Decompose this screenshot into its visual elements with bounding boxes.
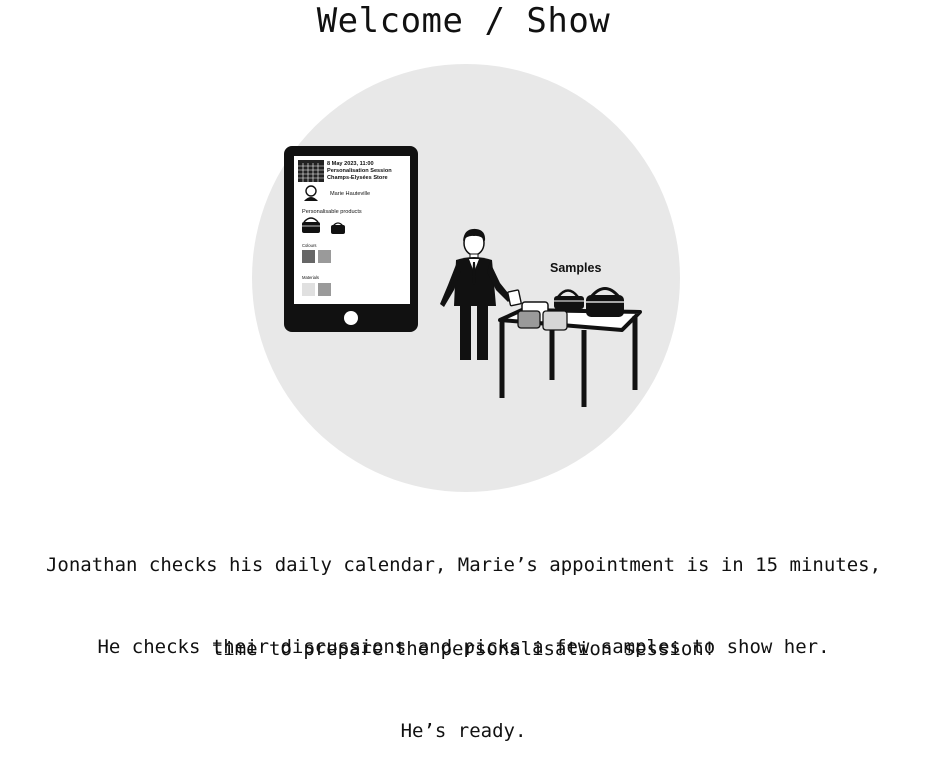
sample-swatch-light	[542, 310, 568, 331]
tablet-appointment-store: Champs-Elysées Store	[327, 175, 388, 181]
caption-line: He checks their discussions and picks a …	[97, 636, 830, 658]
colour-swatch-mid	[318, 250, 331, 263]
tablet-appointment-session: Personalisation Session	[327, 168, 392, 174]
material-swatch-mid	[318, 283, 331, 296]
calendar-icon	[298, 160, 324, 182]
tablet-home-button	[344, 311, 358, 325]
caption-paragraph-2: He checks their discussions and picks a …	[0, 577, 927, 773]
tablet-appointment-date: 8 May 2023, 11:00	[327, 161, 374, 167]
colour-swatch-dark	[302, 250, 315, 263]
tablet: 8 May 2023, 11:00 Personalisation Sessio…	[284, 146, 418, 332]
caption-line: Jonathan checks his daily calendar, Mari…	[45, 554, 882, 576]
tablet-client-name: Marie Hauteville	[330, 191, 370, 197]
sample-swatch-dark	[517, 310, 541, 329]
tablet-materials-label: Materials	[302, 275, 319, 280]
material-swatch-light	[302, 283, 315, 296]
tablet-products-label: Personalisable products	[302, 209, 362, 215]
samples-label: Samples	[550, 261, 601, 275]
tablet-colours-label: Colours	[302, 243, 316, 248]
caption-line: He’s ready.	[400, 720, 527, 742]
